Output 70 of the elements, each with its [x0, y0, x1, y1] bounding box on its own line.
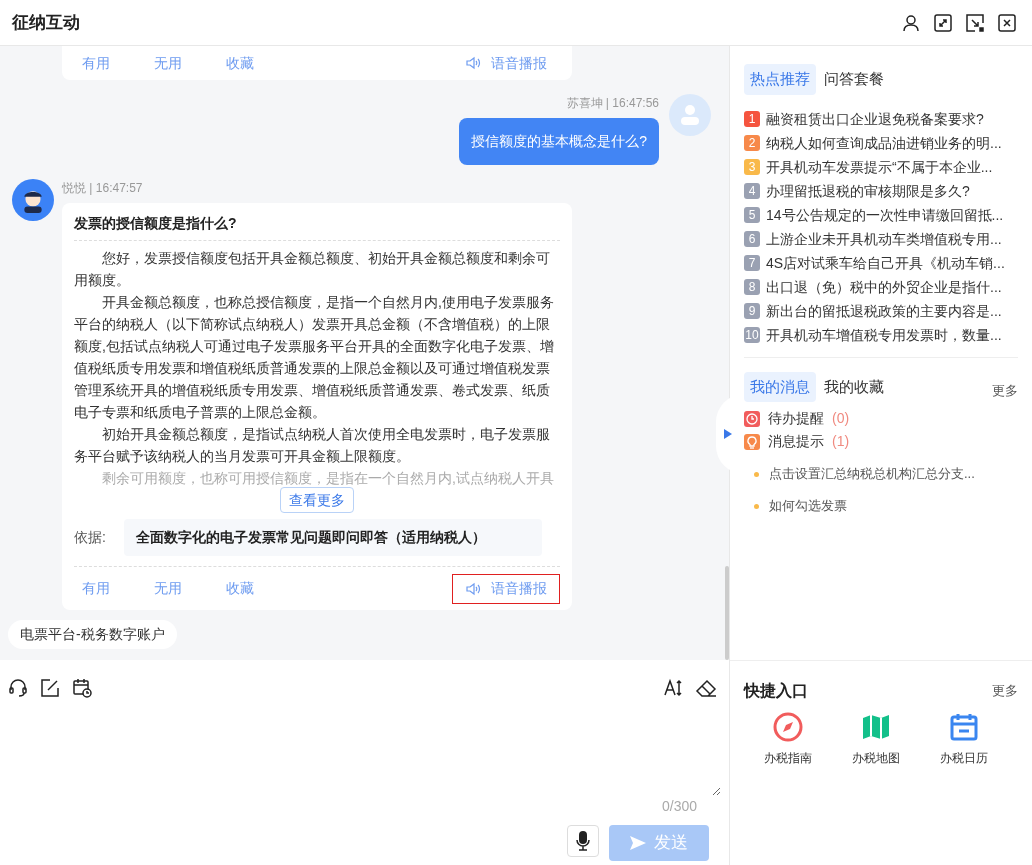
hot-question-link[interactable]: 办理留抵退税的审核期限是多久?: [766, 180, 970, 201]
unread-count: (1): [832, 432, 850, 451]
category-label[interactable]: 消息提示: [768, 431, 824, 452]
calendar-icon: [948, 711, 980, 743]
user-icon[interactable]: [902, 13, 920, 32]
answer-title: 发票的授信额度是指什么?: [74, 213, 560, 241]
user-avatar: [669, 94, 711, 136]
more-link[interactable]: 更多: [992, 681, 1018, 701]
user-message: 授信额度的基本概念是什么?: [459, 118, 659, 165]
see-more-button[interactable]: 查看更多: [280, 487, 354, 513]
answer-paragraph: 您好，发票授信额度包括开具金额总额度、初始开具金额总额度和剩余可用额度。: [74, 249, 551, 290]
lightbulb-icon: [744, 433, 760, 450]
unread-count: (0): [832, 409, 850, 428]
expand-icon[interactable]: [934, 13, 952, 32]
rank-badge: 4: [744, 182, 760, 199]
tab[interactable]: 我的消息: [744, 371, 816, 402]
tab[interactable]: 热点推荐: [744, 64, 816, 95]
message-link[interactable]: 如何勾选发票: [769, 496, 847, 516]
message-link[interactable]: 点击设置汇总纳税总机构汇总分支...: [769, 464, 975, 484]
close-icon[interactable]: [998, 13, 1016, 32]
hot-question-link[interactable]: 纳税人如何查询成品油进销业务的明...: [766, 132, 1002, 153]
tab[interactable]: 我的收藏: [818, 371, 890, 402]
calendar-clock-icon[interactable]: [72, 678, 92, 698]
rank-badge: 8: [744, 278, 760, 295]
quick-entry-button[interactable]: 办税日历: [920, 711, 1008, 767]
eraser-icon[interactable]: [695, 678, 717, 698]
minimize-icon[interactable]: [966, 13, 984, 32]
compass-icon: [772, 711, 804, 743]
edit-icon[interactable]: [40, 678, 60, 698]
answer-paragraph: 剩余可用额度，也称可用授信额度，是指在一个自然月内,试点纳税人开具: [101, 469, 555, 487]
quick-entry-button[interactable]: 办税地图: [832, 711, 920, 767]
basis-source[interactable]: 全面数字化的电子发票常见问题即问即答（适用纳税人）: [124, 519, 542, 556]
speaker-icon: [465, 580, 481, 597]
message-meta: 苏喜坤 | 16:47:56: [566, 95, 659, 112]
clock-icon: [744, 410, 760, 427]
rank-badge: 5: [744, 206, 760, 223]
rank-badge: 10: [744, 326, 760, 343]
answer-paragraph: 开具金额总额度，也称总授信额度，是指一个自然月内,使用电子发票服务平台的纳税人（以下简称试点纳税人）发票开具总金额（不含增值税）的上限额度,包括试点纳税人可通过电子发票服务平台开具的全面数字化电子发票、增值税纸质专用发票和增值税纸质普通发票的上限总金额以及可通过增值税发票管理系统开具的增值税纸质专用发票、增值税纸质普通发票、卷式发票、纸质电子专票和纸质电子普票的上限总金额。: [74, 293, 555, 422]
more-link[interactable]: 更多: [992, 381, 1018, 401]
hot-question-link[interactable]: 出口退（免）税中的外贸企业是指什...: [766, 276, 1002, 297]
window-title: 征纳互动: [12, 11, 80, 34]
hot-question-link[interactable]: 新出台的留抵退税政策的主要内容是...: [766, 300, 1002, 321]
hot-question-link[interactable]: 4S店对试乘车给自己开具《机动车销...: [766, 252, 1005, 273]
send-icon: [630, 836, 646, 850]
font-size-icon[interactable]: [663, 678, 683, 698]
microphone-icon: [576, 831, 590, 851]
hot-question-link[interactable]: 14号公告规定的一次性申请缴回留抵...: [766, 204, 1004, 225]
basis-label: 依据:: [74, 528, 107, 547]
microphone-button[interactable]: [567, 825, 599, 857]
answer-paragraph: 初始开具金额总额度，是指试点纳税人首次使用全电发票时，电子发票服务平台赋予该纳税人的当月发票可开具金额上限额度。: [74, 425, 551, 466]
section-title: 快捷入口: [744, 681, 808, 701]
category-label[interactable]: 待办提醒: [768, 408, 824, 429]
rank-badge: 3: [744, 158, 760, 175]
hot-question-link[interactable]: 开具机动车增值税专用发票时，数量...: [766, 324, 1002, 345]
message-meta: 悦悦 | 16:47:57: [62, 180, 144, 197]
tab[interactable]: 问答套餐: [818, 64, 890, 95]
hot-question-link[interactable]: 融资租赁出口企业退免税备案要求?: [766, 108, 984, 129]
rank-badge: 9: [744, 302, 760, 319]
headset-icon[interactable]: [8, 678, 28, 698]
quick-entry-button[interactable]: 办税指南: [744, 711, 832, 767]
rank-badge: 6: [744, 230, 760, 247]
quick-tag[interactable]: 电票平台-税务数字账户: [8, 620, 177, 649]
rank-badge: 1: [744, 110, 760, 127]
hot-question-link[interactable]: 上游企业未开具机动车类增值税专用...: [766, 228, 1002, 249]
rank-badge: 7: [744, 254, 760, 271]
rank-badge: 2: [744, 134, 760, 151]
bot-avatar: [12, 179, 54, 221]
character-counter: 0/300: [661, 797, 698, 816]
hot-question-link[interactable]: 开具机动车发票提示“不属于本企业...: [766, 156, 993, 177]
speaker-icon: [465, 55, 481, 71]
